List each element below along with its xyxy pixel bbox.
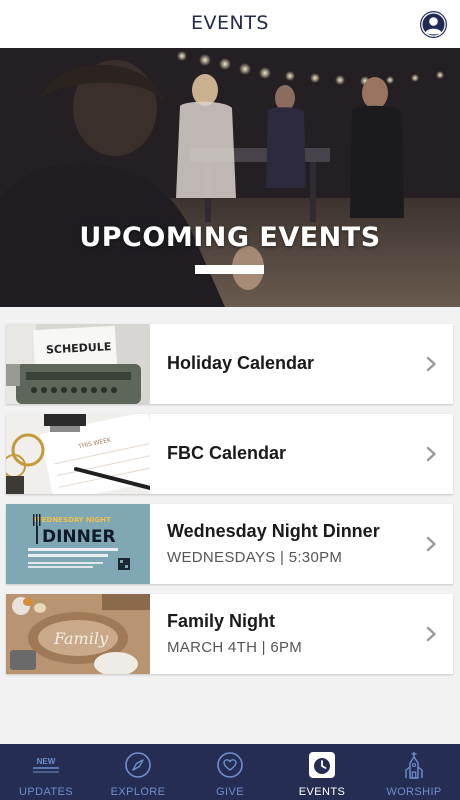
event-title: FBC Calendar: [167, 443, 287, 463]
chevron-right-icon: [426, 536, 436, 552]
hero-underline: [195, 265, 264, 274]
top-nav-bar: EVENTS: [0, 0, 460, 48]
event-card-holiday-calendar[interactable]: SCHEDULE Holiday Calendar: [6, 324, 453, 404]
svg-text:NEW: NEW: [37, 757, 56, 766]
chevron-right-icon: [426, 626, 436, 642]
page-title: EVENTS: [191, 12, 269, 34]
event-card-family-night[interactable]: Family Family Night MARCH 4TH | 6PM: [6, 594, 453, 674]
church-icon: [405, 752, 423, 779]
event-schedule: WEDNESDAYS | 5:30PM: [167, 549, 343, 566]
tab-label: GIVE: [216, 786, 244, 798]
app-screen: EVENTS UPCOMING EVENTS SCHEDULE Holiday …: [0, 0, 460, 800]
tab-give[interactable]: GIVE: [184, 744, 276, 800]
tab-explore[interactable]: EXPLORE: [92, 744, 184, 800]
calendar-clock-icon: [309, 752, 335, 778]
svg-text:DINNER: DINNER: [42, 527, 116, 547]
event-title: Family Night: [167, 611, 276, 631]
hero-title: UPCOMING EVENTS: [79, 222, 381, 253]
event-schedule: MARCH 4TH | 6PM: [167, 639, 303, 656]
tab-updates[interactable]: NEW UPDATES: [0, 744, 92, 800]
compass-icon: [125, 752, 151, 778]
profile-button[interactable]: [420, 11, 447, 38]
event-title: Wednesday Night Dinner: [167, 521, 380, 541]
svg-text:Family: Family: [53, 629, 109, 648]
event-thumbnail: SCHEDULE: [6, 324, 150, 404]
chevron-right-icon: [426, 356, 436, 372]
tab-label: EVENTS: [298, 786, 346, 798]
event-thumbnail: WEDNESDAY NIGHT DINNER: [6, 504, 150, 584]
upcoming-events-banner[interactable]: UPCOMING EVENTS: [0, 48, 460, 307]
user-avatar-icon: [421, 12, 446, 37]
tab-events[interactable]: EVENTS: [276, 744, 368, 800]
bottom-tab-bar: NEW UPDATES EXPLORE GIVE EVENTS WORSHIP: [0, 744, 460, 800]
event-card-wednesday-night-dinner[interactable]: WEDNESDAY NIGHT DINNER Wednesday Night D…: [6, 504, 453, 584]
event-title: Holiday Calendar: [167, 353, 315, 373]
event-thumbnail: THIS WEEK: [6, 414, 150, 494]
svg-text:WEDNESDAY NIGHT: WEDNESDAY NIGHT: [34, 516, 111, 524]
tab-worship[interactable]: WORSHIP: [368, 744, 460, 800]
tab-label: EXPLORE: [110, 786, 166, 798]
updates-icon: NEW: [33, 757, 59, 773]
event-card-fbc-calendar[interactable]: THIS WEEK FBC Calendar: [6, 414, 453, 494]
events-list: SCHEDULE Holiday Calendar THIS WEEK FBC …: [6, 324, 453, 684]
tab-label: WORSHIP: [386, 786, 442, 798]
tab-label: UPDATES: [19, 786, 73, 798]
heart-icon: [217, 752, 243, 778]
event-thumbnail: Family: [6, 594, 150, 674]
chevron-right-icon: [426, 446, 436, 462]
